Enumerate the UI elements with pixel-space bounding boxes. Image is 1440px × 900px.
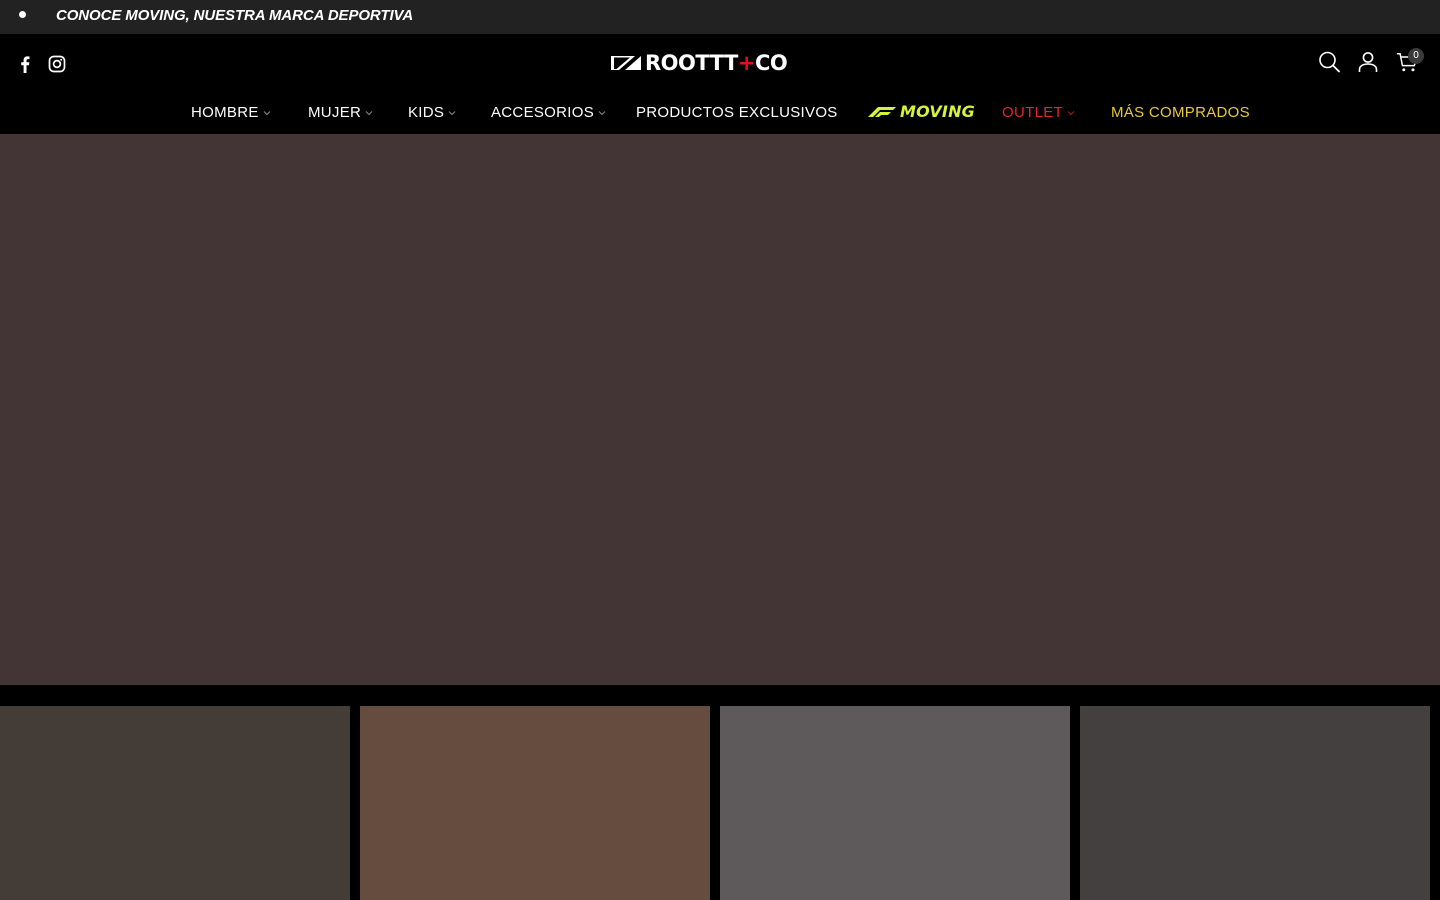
site-header: ROOTTT+CO 0 HOMBRE MUJER KIDS ACCESORIOS… bbox=[0, 34, 1440, 134]
main-nav: HOMBRE MUJER KIDS ACCESORIOS PRODUCTOS E… bbox=[0, 102, 1440, 126]
site-logo[interactable]: ROOTTT+CO bbox=[611, 51, 829, 75]
nav-item-label: ACCESORIOS bbox=[491, 104, 595, 121]
nav-item-mas-comprados[interactable]: MÁS COMPRADOS bbox=[1111, 104, 1250, 121]
nav-item-label: OUTLET bbox=[1002, 104, 1063, 121]
chevron-down-icon bbox=[263, 111, 270, 116]
nav-item-productos-exclusivos[interactable]: PRODUCTOS EXCLUSIVOS bbox=[636, 104, 838, 121]
nav-item-mujer[interactable]: MUJER bbox=[308, 104, 373, 121]
nav-item-label: MÁS COMPRADOS bbox=[1111, 104, 1250, 121]
chevron-down-icon bbox=[365, 111, 373, 116]
chevron-down-icon bbox=[1067, 111, 1075, 116]
nav-item-label: HOMBRE bbox=[191, 104, 259, 121]
social-links bbox=[16, 54, 66, 74]
facebook-icon[interactable] bbox=[16, 54, 34, 74]
nav-item-label: PRODUCTOS EXCLUSIVOS bbox=[636, 104, 838, 121]
announcement-text[interactable]: CONOCE MOVING, NUESTRA MARCA DEPORTIVA bbox=[56, 7, 413, 24]
instagram-icon[interactable] bbox=[48, 54, 66, 74]
category-card-1[interactable] bbox=[0, 706, 350, 900]
nav-item-hombre[interactable]: HOMBRE bbox=[191, 104, 271, 121]
nav-item-accesorios[interactable]: ACCESORIOS bbox=[491, 104, 606, 121]
category-card-3[interactable] bbox=[720, 706, 1070, 900]
nav-item-kids[interactable]: KIDS bbox=[408, 104, 456, 121]
category-card-4[interactable] bbox=[1080, 706, 1430, 900]
roott-logo-mark-icon bbox=[611, 56, 641, 70]
bullet-icon bbox=[19, 11, 26, 18]
header-tools: 0 bbox=[1318, 48, 1424, 74]
cart-button[interactable]: 0 bbox=[1396, 48, 1424, 74]
hero-banner[interactable] bbox=[0, 134, 1440, 685]
nav-item-outlet[interactable]: OUTLET bbox=[1002, 104, 1075, 121]
moving-label: MOVING bbox=[900, 102, 976, 121]
announcement-bar: CONOCE MOVING, NUESTRA MARCA DEPORTIVA bbox=[0, 0, 1440, 34]
chevron-down-icon bbox=[448, 111, 456, 116]
nav-item-moving[interactable]: MOVING bbox=[866, 102, 975, 121]
search-icon[interactable] bbox=[1318, 50, 1340, 74]
nav-item-label: KIDS bbox=[408, 104, 445, 121]
account-icon[interactable] bbox=[1357, 50, 1379, 74]
chevron-down-icon bbox=[598, 111, 606, 116]
nav-item-label: MUJER bbox=[308, 104, 362, 121]
moving-logo-icon bbox=[868, 106, 896, 117]
cart-count-badge: 0 bbox=[1408, 48, 1424, 64]
category-card-2[interactable] bbox=[360, 706, 710, 900]
logo-wordmark: ROOTTT+CO bbox=[645, 51, 788, 75]
